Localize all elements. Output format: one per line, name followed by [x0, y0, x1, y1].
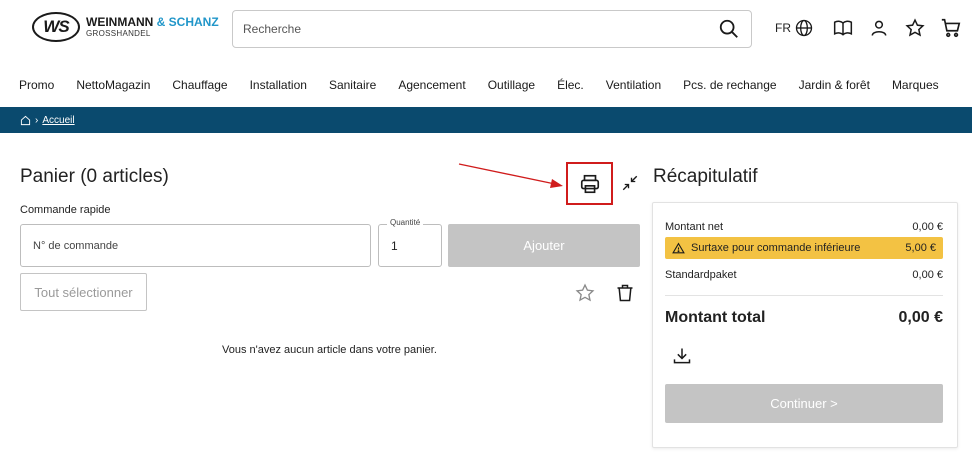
nav-item-ventilation[interactable]: Ventilation — [606, 78, 661, 92]
book-icon — [833, 20, 853, 36]
nav-item-promo[interactable]: Promo — [19, 78, 54, 92]
nav-item-agencement[interactable]: Agencement — [398, 78, 465, 92]
printer-icon — [580, 174, 599, 193]
quantity-input[interactable] — [379, 225, 441, 266]
star-icon — [905, 18, 925, 37]
surcharge-row: Surtaxe pour commande inférieure 5,00 € — [665, 237, 943, 259]
logo[interactable]: WS WEINMANN & SCHANZ GROSSHANDEL — [32, 12, 219, 42]
search-button[interactable] — [707, 11, 751, 47]
total-row: Montant total 0,00 € — [665, 309, 943, 327]
logo-subtitle: GROSSHANDEL — [86, 29, 151, 38]
continue-button[interactable]: Continuer > — [665, 384, 943, 423]
home-icon[interactable] — [20, 115, 31, 126]
trash-icon — [617, 284, 633, 302]
annotation-arrow — [458, 163, 563, 188]
nav-item-installation[interactable]: Installation — [250, 78, 307, 92]
shipping-row: Standardpaket 0,00 € — [665, 269, 943, 281]
cart-title: Panier (0 articles) — [20, 166, 169, 187]
surcharge-value: 5,00 € — [905, 242, 936, 254]
net-amount-label: Montant net — [665, 221, 724, 233]
select-all-button[interactable]: Tout sélectionner — [20, 273, 147, 311]
favorites-button[interactable] — [904, 17, 926, 39]
quantity-label: Quantité — [387, 218, 424, 227]
collapse-button[interactable] — [620, 173, 640, 193]
total-label: Montant total — [665, 309, 766, 326]
shipping-value: 0,00 € — [912, 269, 943, 281]
star-icon — [575, 283, 595, 302]
breadcrumb-home-link[interactable]: Accueil — [42, 115, 74, 126]
search-input[interactable] — [233, 22, 707, 36]
cart-button[interactable] — [940, 17, 962, 39]
delete-button[interactable] — [614, 282, 636, 304]
account-button[interactable] — [868, 17, 890, 39]
order-number-input[interactable] — [20, 224, 371, 267]
logo-mark: WS — [32, 12, 80, 42]
nav-item-nettomagazin[interactable]: NettoMagazin — [76, 78, 150, 92]
quick-order-label: Commande rapide — [20, 204, 111, 216]
nav-item-jardin-foret[interactable]: Jardin & forêt — [799, 78, 870, 92]
search-icon — [719, 19, 738, 38]
quantity-field: Quantité — [378, 218, 442, 267]
nav-item-elec[interactable]: Élec. — [557, 78, 584, 92]
summary-title: Récapitulatif — [653, 166, 758, 187]
empty-cart-message: Vous n'avez aucun article dans votre pan… — [222, 344, 437, 356]
add-to-favorites-button[interactable] — [574, 282, 596, 304]
download-icon — [673, 348, 691, 364]
nav-item-outillage[interactable]: Outillage — [488, 78, 535, 92]
add-button[interactable]: Ajouter — [448, 224, 640, 267]
globe-icon — [795, 19, 813, 37]
main-nav: Promo NettoMagazin Chauffage Installatio… — [19, 78, 939, 92]
logo-name-dark: WEINMANN — [86, 15, 154, 29]
nav-item-pieces-rechange[interactable]: Pcs. de rechange — [683, 78, 776, 92]
logo-name-blue: & SCHANZ — [156, 15, 219, 29]
language-switcher[interactable]: FR — [775, 18, 814, 38]
net-amount-row: Montant net 0,00 € — [665, 221, 943, 233]
print-button[interactable] — [566, 162, 613, 205]
nav-item-chauffage[interactable]: Chauffage — [172, 78, 227, 92]
breadcrumb: › Accueil — [0, 107, 972, 133]
summary-panel: Montant net 0,00 € Surtaxe pour commande… — [652, 202, 958, 448]
header-actions: FR — [775, 17, 972, 39]
summary-divider — [665, 295, 943, 296]
nav-item-marques[interactable]: Marques — [892, 78, 939, 92]
nav-item-sanitaire[interactable]: Sanitaire — [329, 78, 376, 92]
net-amount-value: 0,00 € — [912, 221, 943, 233]
shipping-label: Standardpaket — [665, 269, 737, 281]
user-icon — [871, 20, 887, 36]
search-bar — [232, 10, 752, 48]
total-value: 0,00 € — [898, 309, 943, 326]
language-code: FR — [775, 21, 791, 35]
breadcrumb-separator: › — [35, 114, 39, 126]
cart-icon — [941, 18, 961, 38]
logo-text: WEINMANN & SCHANZ GROSSHANDEL — [86, 16, 219, 38]
warning-icon — [672, 242, 685, 253]
collapse-icon — [622, 175, 638, 191]
catalog-button[interactable] — [832, 17, 854, 39]
download-button[interactable] — [671, 345, 693, 367]
surcharge-label: Surtaxe pour commande inférieure — [691, 242, 861, 254]
